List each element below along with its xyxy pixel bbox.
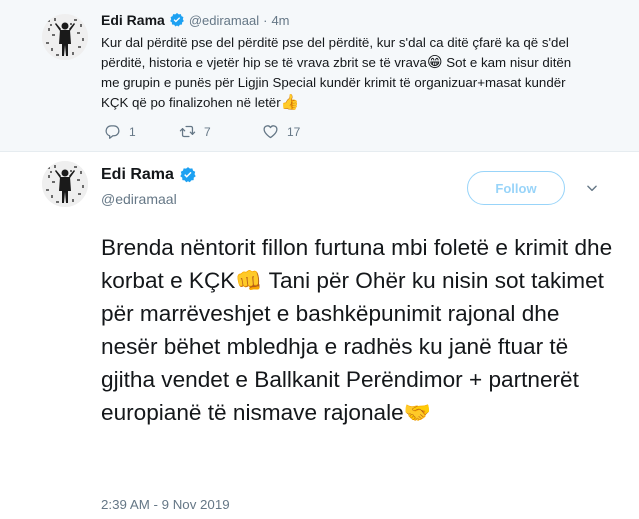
avatar[interactable] xyxy=(42,161,88,207)
tweet-text: Brenda nëntorit fillon furtuna mbi folet… xyxy=(101,231,621,429)
retweet-icon xyxy=(179,125,196,138)
author-name[interactable]: Edi Rama xyxy=(101,166,174,184)
tweet-text-segment: Sot e kam nisur ditën xyxy=(442,55,572,70)
author-name-row: Edi Rama xyxy=(101,166,197,184)
tweet-text-line: KÇK që po finalizohen në letër👍 xyxy=(101,93,621,113)
like-count: 17 xyxy=(287,124,301,139)
handshake-emoji: 🤝 xyxy=(403,400,432,425)
chevron-down-icon[interactable] xyxy=(585,181,599,195)
tweet-header: Edi Rama @ediramaal · 4m xyxy=(101,12,290,28)
tweet-text: Kur dal përditë pse del përditë pse del … xyxy=(101,33,621,113)
author-handle[interactable]: @ediramaal xyxy=(189,13,259,28)
author-handle[interactable]: @ediramaal xyxy=(101,191,177,207)
tweet-timestamp[interactable]: 2:39 AM - 9 Nov 2019 xyxy=(101,497,230,512)
reply-count: 1 xyxy=(129,124,136,139)
thumbs-up-emoji: 👍 xyxy=(280,94,300,111)
author-name[interactable]: Edi Rama xyxy=(101,12,165,28)
tweet-text-line: përditë, historia e vjetër hip se të vra… xyxy=(101,53,621,73)
verified-badge-icon xyxy=(169,12,185,28)
top-tweet[interactable]: Edi Rama @ediramaal · 4m Kur dal përditë… xyxy=(0,0,639,152)
retweet-count: 7 xyxy=(204,124,211,139)
reply-button[interactable]: 1 xyxy=(104,123,179,140)
like-button[interactable]: 17 xyxy=(262,123,332,140)
reply-icon xyxy=(105,125,120,139)
verified-badge-icon xyxy=(179,166,197,184)
separator-dot: · xyxy=(263,12,268,28)
tweet-text-segment: përditë, historia e vjetër hip se të vra… xyxy=(101,55,427,70)
heart-icon xyxy=(263,125,278,139)
grinning-emoji: 😁 xyxy=(426,54,443,71)
retweet-button[interactable]: 7 xyxy=(179,123,262,140)
tweet-text-line: Kur dal përditë pse del përditë pse del … xyxy=(101,35,569,50)
tweet-text-line: me grupin e punës për Ligjin Special kun… xyxy=(101,75,566,90)
fist-emoji: 👊 xyxy=(235,268,263,293)
tweet-actions: 1 7 17 xyxy=(104,123,332,140)
avatar[interactable] xyxy=(42,14,88,60)
tweet-time[interactable]: 4m xyxy=(271,13,289,28)
follow-button[interactable]: Follow xyxy=(467,171,565,205)
main-tweet: Edi Rama @ediramaal Follow Brenda nëntor… xyxy=(0,153,639,519)
tweet-text-segment: KÇK që po finalizohen në letër xyxy=(101,95,281,110)
